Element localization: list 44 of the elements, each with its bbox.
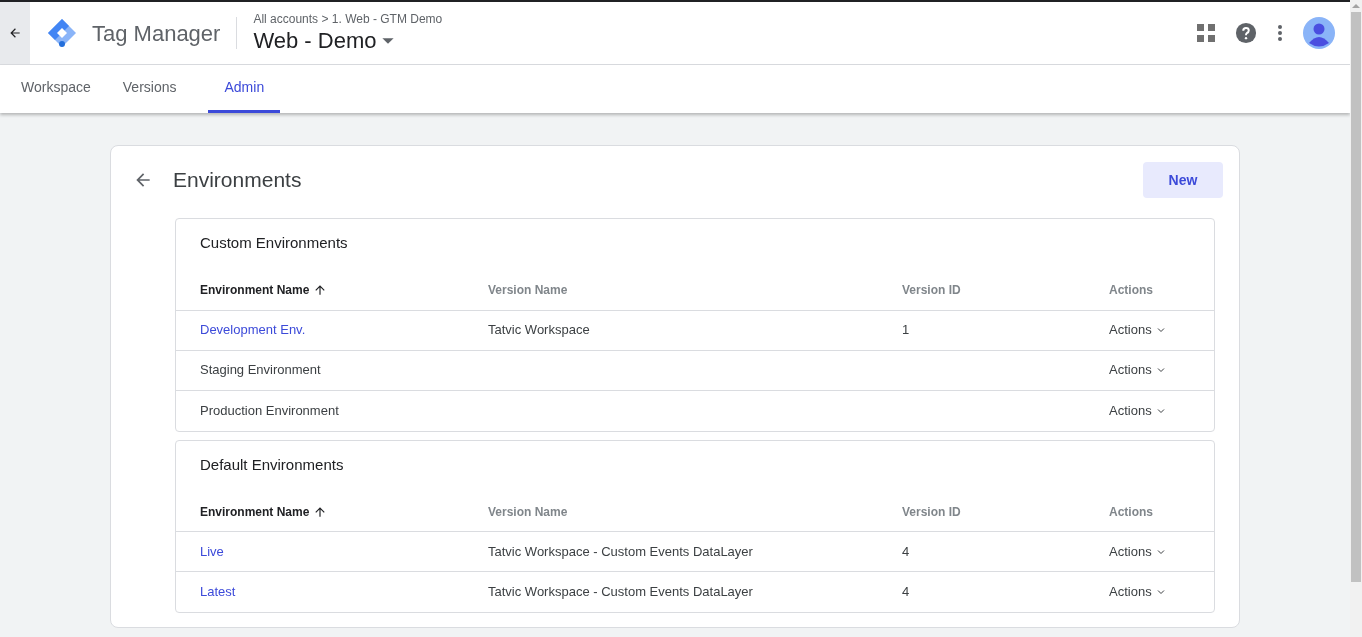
nav-tab[interactable]: Admin bbox=[208, 65, 281, 113]
back-arrow-icon bbox=[8, 26, 22, 40]
version-name: Tatvic Workspace - Custom Events DataLayer bbox=[488, 543, 753, 559]
container-selector[interactable]: Web - Demo bbox=[253, 27, 443, 55]
new-button[interactable]: New bbox=[1143, 162, 1223, 198]
column-header: Version ID bbox=[902, 282, 961, 299]
diamond-logo-icon bbox=[46, 17, 78, 49]
actions-dropdown[interactable]: Actions bbox=[1109, 582, 1166, 602]
environment-name: Production Environment bbox=[200, 402, 339, 418]
actions-dropdown[interactable]: Actions bbox=[1109, 320, 1166, 340]
nav-tab[interactable]: Workspace bbox=[5, 65, 107, 113]
actions-dropdown[interactable]: Actions bbox=[1109, 541, 1166, 562]
column-header: Version Name bbox=[488, 503, 568, 521]
environment-link[interactable]: Latest bbox=[200, 584, 236, 600]
column-header[interactable]: Environment Name bbox=[200, 502, 310, 521]
column-header: Actions bbox=[1109, 282, 1153, 299]
nav-tab[interactable]: Versions bbox=[106, 65, 193, 113]
avatar-icon[interactable] bbox=[1303, 17, 1335, 49]
column-header: Actions bbox=[1109, 503, 1153, 521]
environment-link[interactable]: Development Env. bbox=[200, 322, 306, 338]
more-vertical-icon[interactable] bbox=[1277, 24, 1283, 42]
version-name: Tatvic Workspace bbox=[488, 322, 590, 338]
chevron-down-icon bbox=[1155, 365, 1166, 375]
section-title: Default Environments bbox=[199, 454, 345, 475]
breadcrumb[interactable]: All accounts > 1. Web - GTM Demo bbox=[253, 11, 443, 27]
column-header: Version Name bbox=[488, 282, 568, 299]
app-title: Tag Manager bbox=[92, 19, 221, 48]
scrollbar-thumb[interactable] bbox=[1351, 12, 1361, 582]
version-id: 1 bbox=[902, 322, 910, 338]
version-id: 4 bbox=[902, 584, 910, 600]
actions-dropdown[interactable]: Actions bbox=[1109, 400, 1166, 421]
environment-link[interactable]: Live bbox=[200, 543, 224, 559]
help-icon[interactable] bbox=[1235, 22, 1257, 44]
version-id: 4 bbox=[902, 543, 910, 559]
section-title: Custom Environments bbox=[199, 233, 349, 253]
apps-grid-icon[interactable] bbox=[1197, 24, 1215, 42]
chevron-down-icon bbox=[1155, 587, 1166, 597]
page-title: Environments bbox=[173, 167, 302, 194]
column-header[interactable]: Environment Name bbox=[200, 281, 310, 299]
environment-name: Staging Environment bbox=[200, 362, 321, 378]
column-header: Version ID bbox=[902, 503, 961, 521]
actions-dropdown[interactable]: Actions bbox=[1109, 360, 1166, 380]
version-name: Tatvic Workspace - Custom Events DataLayer bbox=[488, 584, 753, 600]
chevron-down-icon bbox=[1155, 325, 1166, 335]
